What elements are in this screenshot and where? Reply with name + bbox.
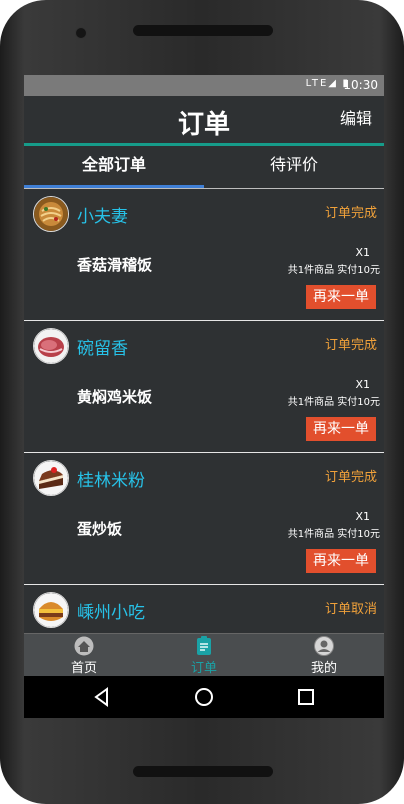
order-card[interactable]: 嵊州小吃 订单取消	[24, 585, 384, 633]
order-summary: 共1件商品 实付10元	[287, 397, 380, 408]
home-icon	[74, 636, 94, 656]
user-icon	[314, 636, 334, 656]
order-card[interactable]: 小夫妻 订单完成 香菇滑稽饭 X1 共1件商品 实付10元 再来一单	[24, 189, 384, 321]
recents-icon[interactable]	[295, 686, 317, 708]
reorder-button[interactable]: 再来一单	[306, 417, 376, 441]
order-tabs: 全部订单 待评价	[24, 146, 384, 189]
burger-food-icon	[33, 592, 69, 628]
tab-label: 全部订单	[81, 155, 146, 174]
back-icon[interactable]	[91, 686, 113, 708]
dish-name: 香菇滑稽饭	[77, 256, 153, 274]
item-quantity: X1	[355, 378, 370, 391]
tab-indicator	[24, 185, 204, 188]
top-speaker	[133, 25, 273, 36]
status-time: 10:30	[343, 78, 378, 92]
shop-name[interactable]: 碗留香	[77, 334, 128, 359]
nav-home[interactable]: 首页	[24, 634, 144, 677]
bottom-speaker	[133, 766, 273, 777]
nav-label: 我的	[310, 661, 337, 676]
status-bar: LTE◢ ▮ 10:30	[24, 75, 384, 96]
app-screen: LTE◢ ▮ 10:30 订单 编辑 全部订单 待评价 小夫妻 订单完成 香菇滑…	[24, 75, 384, 718]
order-status: 订单完成	[324, 206, 377, 221]
nav-orders[interactable]: 订单	[144, 634, 264, 677]
signal-icon: LTE◢	[305, 78, 338, 89]
clipboard-icon	[197, 636, 211, 655]
noodles-food-icon	[33, 196, 69, 232]
dish-name: 蛋炒饭	[77, 520, 123, 538]
nav-label: 订单	[190, 661, 217, 676]
dish-name: 黄焖鸡米饭	[77, 388, 153, 406]
system-nav-bar	[24, 676, 384, 718]
tab-label: 待评价	[269, 155, 318, 174]
tab-all-orders[interactable]: 全部订单	[24, 146, 204, 188]
front-camera	[75, 27, 87, 39]
edit-button[interactable]: 编辑	[340, 105, 372, 129]
app-bar: 订单 编辑	[24, 96, 384, 145]
phone-frame: LTE◢ ▮ 10:30 订单 编辑 全部订单 待评价 小夫妻 订单完成 香菇滑…	[0, 0, 404, 804]
order-card[interactable]: 碗留香 订单完成 黄焖鸡米饭 X1 共1件商品 实付10元 再来一单	[24, 321, 384, 453]
home-button-icon[interactable]	[193, 686, 215, 708]
reorder-button[interactable]: 再来一单	[306, 549, 376, 573]
bottom-nav: 首页 订单 我的	[24, 633, 384, 677]
order-card[interactable]: 桂林米粉 订单完成 蛋炒饭 X1 共1件商品 实付10元 再来一单	[24, 453, 384, 585]
shop-name[interactable]: 嵊州小吃	[77, 598, 145, 623]
shop-name[interactable]: 小夫妻	[77, 202, 128, 227]
shop-name[interactable]: 桂林米粉	[77, 466, 145, 491]
reorder-button[interactable]: 再来一单	[306, 285, 376, 309]
item-quantity: X1	[355, 246, 370, 259]
order-status: 订单完成	[324, 338, 377, 353]
cake-food-icon	[33, 460, 69, 496]
order-status: 订单取消	[324, 602, 377, 617]
order-list[interactable]: 小夫妻 订单完成 香菇滑稽饭 X1 共1件商品 实付10元 再来一单 碗留香 订…	[24, 189, 384, 633]
nav-label: 首页	[70, 661, 97, 676]
order-status: 订单完成	[324, 470, 377, 485]
item-quantity: X1	[355, 510, 370, 523]
order-summary: 共1件商品 实付10元	[287, 265, 380, 276]
nav-profile[interactable]: 我的	[264, 634, 384, 677]
order-summary: 共1件商品 实付10元	[287, 529, 380, 540]
tab-pending-review[interactable]: 待评价	[204, 146, 384, 188]
page-title: 订单	[177, 110, 230, 140]
meat-food-icon	[33, 328, 69, 364]
